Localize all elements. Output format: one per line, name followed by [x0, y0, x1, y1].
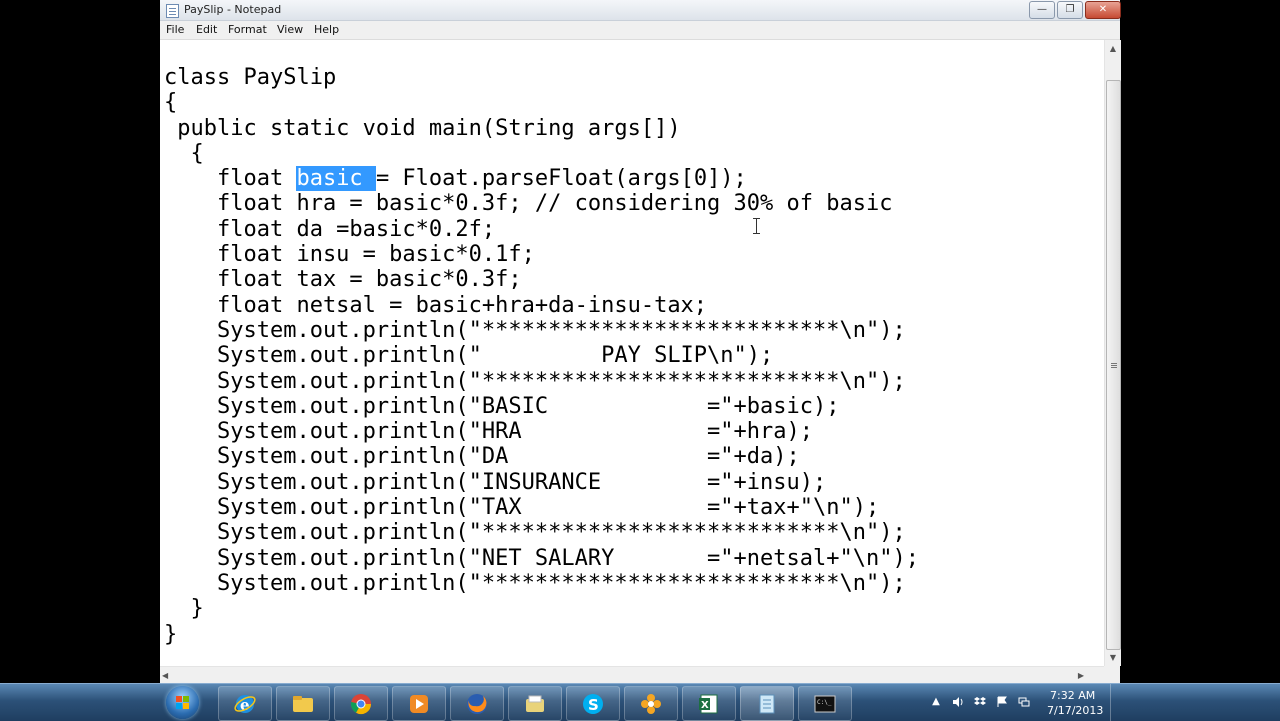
code-line: System.out.println("********************… [164, 368, 906, 394]
text-editor[interactable]: class PaySlip { public static void main(… [160, 40, 1104, 666]
internet-explorer-icon: e [234, 695, 256, 714]
taskbar-skype[interactable]: S [566, 686, 620, 721]
taskbar-excel[interactable]: X [682, 686, 736, 721]
svg-text:S: S [588, 696, 599, 714]
code-line: System.out.println("HRA ="+hra); [164, 419, 814, 445]
notepad-icon [166, 4, 179, 18]
scroll-up-icon[interactable]: ▲ [1105, 40, 1121, 57]
windows-logo-icon [176, 696, 189, 709]
start-button[interactable] [166, 686, 199, 719]
code-line: float [164, 166, 297, 192]
menu-format[interactable]: Format [228, 23, 267, 36]
command-prompt-icon: C:\_ [814, 695, 836, 713]
menu-bar: File Edit Format View Help [160, 21, 1120, 40]
code-line: public static void main(String args[]) [164, 115, 681, 141]
notepad-icon [759, 694, 775, 714]
scroll-right-icon[interactable]: ▶ [1078, 667, 1084, 684]
taskbar-media-player[interactable] [392, 686, 446, 721]
code-line: } [164, 621, 178, 647]
chrome-icon [350, 694, 372, 715]
code-line: float insu = basic*0.1f; [164, 242, 535, 268]
code-text: class PaySlip { public static void main(… [164, 65, 919, 647]
taskbar-app-orange[interactable] [624, 686, 678, 721]
taskbar-file-explorer[interactable] [276, 686, 330, 721]
code-line: { [164, 90, 178, 116]
system-tray: ▲ [930, 684, 1280, 721]
show-desktop-button[interactable] [1110, 684, 1121, 721]
scrollbar-corner [1104, 666, 1120, 683]
flower-app-icon [641, 694, 661, 714]
svg-text:C:\_: C:\_ [817, 699, 832, 706]
folder-icon [293, 696, 313, 712]
menu-file[interactable]: File [166, 23, 184, 36]
firefox-icon [467, 694, 487, 714]
taskbar: e S X C:\_ ▲ 7:32 AM 7/17/2013 [0, 683, 1280, 721]
code-line: System.out.println("DA ="+da); [164, 444, 800, 470]
taskbar-folder[interactable] [508, 686, 562, 721]
media-player-icon [410, 695, 428, 713]
skype-icon: S [583, 694, 603, 714]
dropbox-icon[interactable] [974, 696, 986, 708]
scroll-thumb[interactable] [1106, 80, 1121, 650]
menu-edit[interactable]: Edit [196, 23, 217, 36]
svg-text:X: X [701, 700, 709, 711]
grip-icon [1111, 363, 1117, 364]
vertical-scrollbar[interactable]: ▲ ▼ [1104, 40, 1121, 666]
scroll-left-icon[interactable]: ◀ [162, 667, 168, 684]
selected-text: basic [296, 166, 376, 192]
code-line: System.out.println("INSURANCE ="+insu); [164, 469, 827, 495]
code-line: float netsal = basic+hra+da-insu-tax; [164, 292, 708, 318]
title-bar[interactable]: PaySlip - Notepad — ❐ ✕ [160, 0, 1121, 21]
taskbar-firefox[interactable] [450, 686, 504, 721]
volume-icon[interactable] [952, 696, 964, 708]
taskbar-command-prompt[interactable]: C:\_ [798, 686, 852, 721]
scroll-down-icon[interactable]: ▼ [1105, 649, 1121, 666]
taskbar-notepad[interactable] [740, 686, 794, 721]
network-icon[interactable] [1018, 696, 1030, 708]
taskbar-chrome[interactable] [334, 686, 388, 721]
code-line: System.out.println("********************… [164, 570, 906, 596]
menu-view[interactable]: View [277, 23, 303, 36]
code-line: System.out.println("NET SALARY ="+netsal… [164, 545, 919, 571]
code-line: System.out.println("TAX ="+tax+"\n"); [164, 495, 880, 521]
code-line: float hra = basic*0.3f; // considering 3… [164, 191, 893, 217]
code-line: System.out.println(" PAY SLIP\n"); [164, 343, 774, 369]
flag-icon[interactable] [996, 696, 1008, 708]
clock-date[interactable]: 7/17/2013 [1047, 704, 1103, 717]
code-line-rest: = Float.parseFloat(args[0]); [375, 166, 747, 192]
folder-icon [526, 695, 544, 712]
code-line: System.out.println("BASIC ="+basic); [164, 393, 840, 419]
horizontal-scrollbar[interactable]: ◀ ▶ [160, 666, 1104, 684]
window-title: PaySlip - Notepad [184, 3, 282, 16]
tray-arrow-icon[interactable]: ▲ [930, 696, 942, 708]
maximize-button[interactable]: ❐ [1057, 1, 1083, 19]
code-line: System.out.println("********************… [164, 317, 906, 343]
code-line: System.out.println("********************… [164, 520, 906, 546]
clock-time[interactable]: 7:32 AM [1050, 689, 1095, 702]
code-line: float da =basic*0.2f; [164, 216, 496, 242]
code-line: } [164, 596, 204, 622]
code-line: float tax = basic*0.3f; [164, 267, 522, 293]
code-line: class PaySlip [164, 65, 337, 90]
close-button[interactable]: ✕ [1085, 1, 1121, 19]
minimize-button[interactable]: — [1029, 1, 1055, 19]
excel-icon: X [699, 694, 718, 714]
code-line: { [164, 140, 204, 166]
menu-help[interactable]: Help [314, 23, 339, 36]
taskbar-internet-explorer[interactable]: e [218, 686, 272, 721]
ibeam-cursor-icon [753, 218, 760, 234]
notepad-window: PaySlip - Notepad — ❐ ✕ File Edit Format… [160, 0, 1121, 684]
